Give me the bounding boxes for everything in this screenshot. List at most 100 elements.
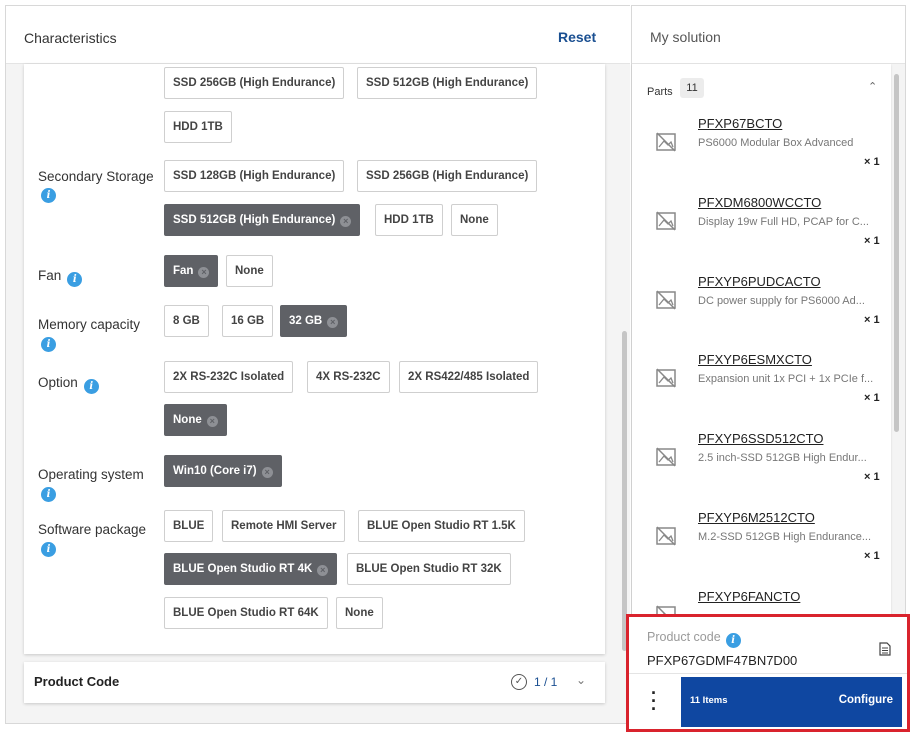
- reset-button[interactable]: Reset: [558, 29, 596, 45]
- chip-sw-remote-hmi[interactable]: Remote HMI Server: [222, 510, 346, 542]
- configure-label: Configure: [838, 694, 893, 706]
- chip-memory-32gb-selected[interactable]: 32 GB ×: [280, 305, 348, 337]
- part-quantity: × 1: [864, 235, 880, 247]
- chip-label: SSD 512GB (High Endurance): [366, 77, 529, 89]
- parts-count-badge: 11: [680, 78, 704, 98]
- part-item: PFXP67BCTO PS6000 Modular Box Advanced ×…: [632, 116, 891, 195]
- image-placeholder-icon: [656, 368, 676, 388]
- part-item: PFXYP6PUDCACTO DC power supply for PS600…: [632, 274, 891, 353]
- part-code-link[interactable]: PFXP67BCTO: [698, 116, 782, 131]
- option-label: Option i: [38, 375, 99, 394]
- part-code-link[interactable]: PFXYP6M2512CTO: [698, 510, 815, 525]
- info-icon[interactable]: i: [67, 272, 83, 287]
- image-placeholder-icon: [656, 211, 676, 231]
- part-quantity: × 1: [864, 471, 880, 483]
- chip-secondary-ssd512-selected[interactable]: SSD 512GB (High Endurance) ×: [164, 204, 361, 236]
- product-code-label: Product code i: [647, 630, 741, 648]
- chip-storage-ssd256[interactable]: SSD 256GB (High Endurance): [164, 67, 345, 99]
- copy-icon[interactable]: [879, 642, 891, 656]
- part-description: DC power supply for PS6000 Ad...: [698, 295, 865, 307]
- chip-label: BLUE Open Studio RT 64K: [173, 607, 319, 619]
- chip-fan-selected[interactable]: Fan ×: [164, 255, 219, 287]
- remove-icon[interactable]: ×: [206, 416, 218, 427]
- chip-sw-none[interactable]: None: [336, 597, 383, 629]
- characteristics-header: Characteristics Reset: [6, 6, 630, 64]
- chip-label: None: [173, 414, 202, 426]
- part-code-link[interactable]: PFXYP6PUDCACTO: [698, 274, 821, 289]
- chip-storage-ssd512[interactable]: SSD 512GB (High Endurance): [357, 67, 538, 99]
- chip-label: None: [235, 265, 264, 277]
- chip-label: HDD 1TB: [173, 121, 223, 133]
- chip-secondary-ssd128[interactable]: SSD 128GB (High Endurance): [164, 160, 345, 192]
- chip-option-none-selected[interactable]: None ×: [164, 404, 227, 436]
- chip-sw-blue[interactable]: BLUE: [164, 510, 214, 542]
- part-description: Display 19w Full HD, PCAP for C...: [698, 216, 869, 228]
- part-item: PFXYP6M2512CTO M.2-SSD 512GB High Endura…: [632, 510, 891, 589]
- chip-label: SSD 512GB (High Endurance): [173, 214, 336, 226]
- chip-option-4x-rs232c[interactable]: 4X RS-232C: [307, 361, 390, 393]
- part-item: PFXYP6ESMXCTO Expansion unit 1x PCI + 1x…: [632, 352, 891, 431]
- info-icon[interactable]: i: [41, 188, 56, 203]
- parts-scrollbar[interactable]: [894, 74, 899, 432]
- remove-icon[interactable]: ×: [340, 216, 352, 227]
- chip-label: 32 GB: [289, 315, 323, 327]
- chip-label: 2X RS422/485 Isolated: [408, 371, 530, 383]
- part-quantity: × 1: [864, 550, 880, 562]
- label-text: Option: [38, 375, 78, 390]
- image-placeholder-icon: [656, 526, 676, 546]
- parts-list-panel: Parts 11 ⌃ PFXP67BCTO PS6000 Modular Box…: [632, 64, 891, 620]
- chip-sw-rt-64k[interactable]: BLUE Open Studio RT 64K: [164, 597, 328, 629]
- configurator-page: Characteristics Reset SSD 256GB (High En…: [0, 0, 910, 732]
- part-code-link[interactable]: PFXDM6800WCCTO: [698, 195, 821, 210]
- chip-label: BLUE Open Studio RT 32K: [356, 563, 502, 575]
- chip-fan-none[interactable]: None: [226, 255, 273, 287]
- fan-label: Fan i: [38, 268, 83, 287]
- chip-label: Remote HMI Server: [231, 520, 337, 532]
- chip-sw-rt-1-5k[interactable]: BLUE Open Studio RT 1.5K: [358, 510, 525, 542]
- my-solution-header: My solution: [632, 6, 905, 64]
- chip-memory-8gb[interactable]: 8 GB: [164, 305, 209, 337]
- part-code-link[interactable]: PFXYP6ESMXCTO: [698, 352, 812, 367]
- chevron-down-icon[interactable]: ⌄: [576, 673, 586, 687]
- chevron-up-icon[interactable]: ⌃: [868, 80, 877, 93]
- chip-secondary-hdd1tb[interactable]: HDD 1TB: [375, 204, 443, 236]
- chip-option-2x-rs232c[interactable]: 2X RS-232C Isolated: [164, 361, 294, 393]
- product-code-status: 1 / 1: [534, 675, 558, 689]
- info-icon[interactable]: i: [83, 379, 99, 394]
- chip-storage-hdd1tb[interactable]: HDD 1TB: [164, 111, 232, 143]
- chip-sw-rt-4k-selected[interactable]: BLUE Open Studio RT 4K ×: [164, 553, 338, 585]
- remove-icon[interactable]: ×: [198, 267, 210, 278]
- chip-secondary-ssd256[interactable]: SSD 256GB (High Endurance): [357, 160, 538, 192]
- chip-sw-rt-32k[interactable]: BLUE Open Studio RT 32K: [347, 553, 511, 585]
- characteristics-scrollbar[interactable]: [622, 331, 627, 651]
- label-text: Operating system: [38, 467, 144, 482]
- info-icon[interactable]: i: [41, 542, 56, 557]
- part-code-link[interactable]: PFXYP6SSD512CTO: [698, 431, 823, 446]
- summary-box: Product code i PFXP67GDMF47BN7D00 · · · 11 …: [626, 614, 910, 732]
- part-code-link[interactable]: PFXYP6FANCTO: [698, 589, 800, 604]
- remove-icon[interactable]: ×: [261, 467, 273, 478]
- chip-secondary-none[interactable]: None: [451, 204, 498, 236]
- label-text: Fan: [38, 268, 62, 283]
- chip-os-win10-selected[interactable]: Win10 (Core i7) ×: [164, 455, 282, 487]
- info-icon[interactable]: i: [41, 337, 56, 352]
- chip-label: BLUE Open Studio RT 4K: [173, 563, 313, 575]
- image-placeholder-icon: [656, 447, 676, 467]
- part-quantity: × 1: [864, 392, 880, 404]
- info-icon[interactable]: i: [725, 633, 741, 648]
- chip-option-rs422[interactable]: 2X RS422/485 Isolated: [399, 361, 539, 393]
- chip-memory-16gb[interactable]: 16 GB: [222, 305, 274, 337]
- part-description: M.2-SSD 512GB High Endurance...: [698, 531, 872, 543]
- remove-icon[interactable]: ×: [317, 565, 329, 576]
- image-placeholder-icon: [656, 132, 676, 152]
- operating-system-label: Operating system: [38, 467, 144, 482]
- product-code-section[interactable]: Product Code ✓ 1 / 1 ⌄: [24, 662, 605, 703]
- more-options-icon[interactable]: · · ·: [651, 684, 657, 718]
- remove-icon[interactable]: ×: [327, 317, 339, 328]
- info-icon[interactable]: i: [41, 487, 56, 502]
- part-quantity: × 1: [864, 314, 880, 326]
- chip-label: 8 GB: [173, 315, 200, 327]
- check-circle-icon: ✓: [511, 674, 527, 690]
- actions-bar: · · · 11 Items Configure: [629, 673, 907, 729]
- configure-button[interactable]: 11 Items Configure: [681, 677, 902, 727]
